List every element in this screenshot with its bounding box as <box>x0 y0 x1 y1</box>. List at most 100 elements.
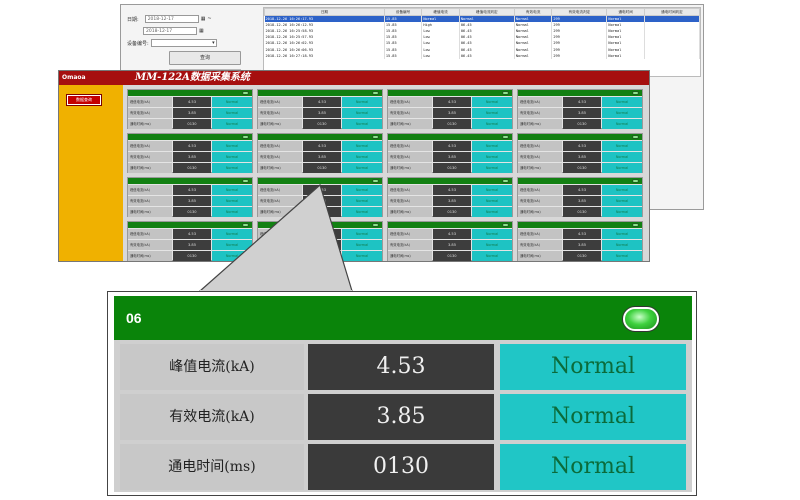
status-led-icon <box>632 223 639 227</box>
device-panel-row: 通电时间(ms) 0130 Normal <box>128 207 252 217</box>
metric-status: Normal <box>212 141 252 151</box>
table-column-header[interactable]: 通电时间判定 <box>643 8 700 16</box>
device-panel[interactable]: 峰值电流(kA) 4.53 Normal 有效电流(kA) 3.85 Normal 通电时间… <box>387 177 513 217</box>
query-button[interactable]: 查询 <box>169 51 241 65</box>
metric-label: 峰值电流(kA) <box>258 97 302 107</box>
metric-status: Normal <box>472 196 512 206</box>
metric-label: 峰值电流(kA) <box>128 97 172 107</box>
metric-label: 峰值电流(kA) <box>388 97 432 107</box>
metric-value: 4.53 <box>433 97 471 107</box>
status-led-icon <box>242 223 249 227</box>
device-select[interactable]: ▾ <box>150 39 217 47</box>
device-panel-header <box>388 90 512 96</box>
device-panel[interactable]: 峰值电流(kA) 4.53 Normal 有效电流(kA) 3.85 Normal 通电时间… <box>257 221 383 261</box>
table-column-header[interactable]: 有效电流 <box>513 8 553 16</box>
peak-current-label: 峰值电流(kA) <box>120 344 304 390</box>
device-panel-row: 通电时间(ms) 0130 Normal <box>388 163 512 173</box>
metric-value: 0130 <box>173 207 211 217</box>
metric-label: 通电时间(ms) <box>128 251 172 261</box>
device-panel-row: 峰值电流(kA) 4.53 Normal <box>388 97 512 107</box>
metric-label: 通电时间(ms) <box>518 163 562 173</box>
status-led-icon <box>502 135 509 139</box>
rms-current-value: 3.85 <box>308 394 494 440</box>
date-from-field[interactable]: 2018-12-17 <box>144 15 199 23</box>
device-panel-row: 峰值电流(kA) 4.53 Normal <box>388 229 512 239</box>
rms-current-status: Normal <box>500 394 686 440</box>
metric-value: 3.85 <box>433 240 471 250</box>
data-query-button[interactable]: 数据查询 <box>66 94 102 106</box>
metric-value: 0130 <box>563 251 601 261</box>
metric-status: Normal <box>472 185 512 195</box>
zoom-panel-body: 06 峰值电流(kA) 4.53 Normal 有效电流(kA) 3.85 No… <box>114 296 692 492</box>
calendar-icon[interactable]: ▦ <box>199 28 204 34</box>
device-panel[interactable]: 峰值电流(kA) 4.53 Normal 有效电流(kA) 3.85 Normal 通电时间… <box>127 89 253 129</box>
device-panel[interactable]: 峰值电流(kA) 4.53 Normal 有效电流(kA) 3.85 Normal 通电时间… <box>127 177 253 217</box>
status-led-icon <box>632 179 639 183</box>
table-column-header[interactable]: 有效电流判定 <box>551 8 608 16</box>
device-panel-row: 通电时间(ms) 0130 Normal <box>258 251 382 261</box>
metric-status: Normal <box>212 229 252 239</box>
metric-label: 有效电流(kA) <box>388 152 432 162</box>
data-table-container: 日期 设备编号 峰值电流 峰值电流判定 有效电流 有效电流判定 通电时间 通电时间判定 201… <box>263 7 701 77</box>
device-panel[interactable]: 峰值电流(kA) 4.53 Normal 有效电流(kA) 3.85 Normal 通电时间… <box>127 133 253 173</box>
device-panel[interactable]: 峰值电流(kA) 4.53 Normal 有效电流(kA) 3.85 Normal 通电时间… <box>387 221 513 261</box>
device-panel-header <box>518 90 642 96</box>
table-column-header[interactable]: 峰值电流判定 <box>458 8 515 16</box>
table-column-header[interactable]: 日期 <box>264 8 385 16</box>
device-panel[interactable]: 峰值电流(kA) 4.53 Normal 有效电流(kA) 3.85 Normal 通电时间… <box>257 177 383 217</box>
metric-status: Normal <box>342 152 382 162</box>
metric-label: 有效电流(kA) <box>258 240 302 250</box>
weld-time-value: 0130 <box>308 444 494 490</box>
metric-label: 通电时间(ms) <box>128 163 172 173</box>
metric-value: 0130 <box>303 207 341 217</box>
metric-label: 有效电流(kA) <box>518 108 562 118</box>
table-cell: 06.45 <box>459 52 515 59</box>
metric-label: 通电时间(ms) <box>388 119 432 129</box>
device-panel[interactable]: 峰值电流(kA) 4.53 Normal 有效电流(kA) 3.85 Normal 通电时间… <box>517 221 643 261</box>
metric-status: Normal <box>212 240 252 250</box>
metric-label: 有效电流(kA) <box>518 196 562 206</box>
table-column-header[interactable]: 峰值电流 <box>421 8 460 16</box>
device-panel[interactable]: 峰值电流(kA) 4.53 Normal 有效电流(kA) 3.85 Normal 通电时间… <box>517 177 643 217</box>
table-column-header[interactable]: 设备编号 <box>383 8 423 16</box>
metric-status: Normal <box>212 251 252 261</box>
app-title: MM-122A数据采集系统 <box>135 72 250 83</box>
calendar-icon[interactable]: ▦ <box>201 16 206 22</box>
device-panel-header <box>128 90 252 96</box>
metric-label: 通电时间(ms) <box>388 163 432 173</box>
table-column-header[interactable]: 通电时间 <box>606 8 645 16</box>
metric-status: Normal <box>472 152 512 162</box>
device-panel[interactable]: 峰值电流(kA) 4.53 Normal 有效电流(kA) 3.85 Normal 通电时间… <box>127 221 253 261</box>
device-panel[interactable]: 峰值电流(kA) 4.53 Normal 有效电流(kA) 3.85 Normal 通电时间… <box>387 133 513 173</box>
table-header-row: 日期 设备编号 峰值电流 峰值电流判定 有效电流 有效电流判定 通电时间 通电时间判定 <box>264 8 700 16</box>
table-cell: Low <box>421 52 460 59</box>
date-to-field[interactable]: 2018-12-17 <box>143 27 197 35</box>
device-panel-header <box>388 178 512 184</box>
metric-value: 0130 <box>173 119 211 129</box>
device-panel-row: 有效电流(kA) 3.85 Normal <box>258 196 382 206</box>
device-panel[interactable]: 峰值电流(kA) 4.53 Normal 有效电流(kA) 3.85 Normal 通电时间… <box>257 89 383 129</box>
metric-status: Normal <box>472 229 512 239</box>
metric-value: 4.53 <box>303 185 341 195</box>
device-panel-row: 通电时间(ms) 0130 Normal <box>128 119 252 129</box>
device-panel-row: 峰值电流(kA) 4.53 Normal <box>128 229 252 239</box>
device-panel[interactable]: 峰值电流(kA) 4.53 Normal 有效电流(kA) 3.85 Normal 通电时间… <box>387 89 513 129</box>
device-panel-row: 峰值电流(kA) 4.53 Normal <box>128 97 252 107</box>
metric-value: 3.85 <box>563 152 601 162</box>
metric-label: 峰值电流(kA) <box>258 229 302 239</box>
device-panel-row: 通电时间(ms) 0130 Normal <box>388 251 512 261</box>
table-row[interactable]: 2018-12-26 16:27:18.93 15.85 Low 06.45 Norma… <box>264 52 700 59</box>
app-sidebar: 数据查询 <box>59 85 123 261</box>
metric-label: 有效电流(kA) <box>388 108 432 118</box>
metric-label: 有效电流(kA) <box>258 108 302 118</box>
metric-value: 4.53 <box>563 229 601 239</box>
device-panel[interactable]: 峰值电流(kA) 4.53 Normal 有效电流(kA) 3.85 Normal 通电时间… <box>517 89 643 129</box>
metric-status: Normal <box>212 185 252 195</box>
metric-value: 3.85 <box>173 196 211 206</box>
device-panel[interactable]: 峰值电流(kA) 4.53 Normal 有效电流(kA) 3.85 Normal 通电时间… <box>517 133 643 173</box>
device-panel-row: 峰值电流(kA) 4.53 Normal <box>128 141 252 151</box>
device-panel-row: 有效电流(kA) 3.85 Normal <box>128 108 252 118</box>
device-panel-row: 峰值电流(kA) 4.53 Normal <box>258 229 382 239</box>
device-panel[interactable]: 峰值电流(kA) 4.53 Normal 有效电流(kA) 3.85 Normal 通电时间… <box>257 133 383 173</box>
metric-value: 0130 <box>433 119 471 129</box>
